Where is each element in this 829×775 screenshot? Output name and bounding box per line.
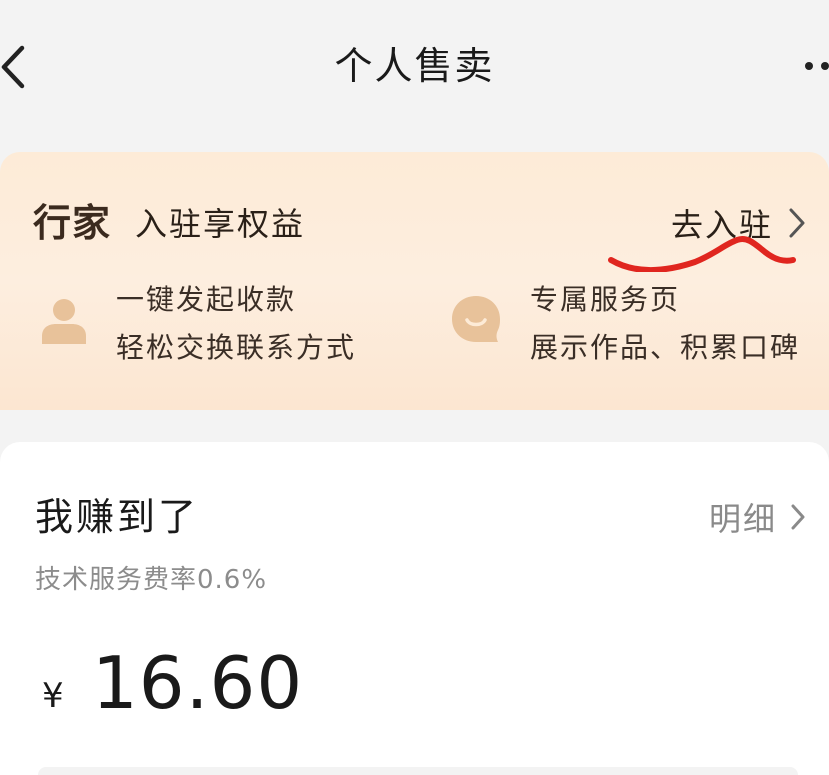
promo-title: 入驻享权益 [135, 205, 306, 243]
earnings-card: 我赚到了 明细 技术服务费率0.6% ¥ 16.60 [0, 442, 829, 775]
top-navigation-bar: 个人售卖 [0, 0, 829, 130]
page-title: 个人售卖 [334, 44, 495, 88]
benefit-subtitle: 轻松交换联系方式 [116, 331, 357, 364]
earnings-amount: 16.60 [92, 641, 304, 725]
expert-promo-card: 行家 入驻享权益 去入驻 一键发起收款 轻松交换联系方式 专属服务页 展示作品、… [0, 152, 829, 410]
join-label: 去入驻 [670, 206, 773, 244]
benefit-title: 专属服务页 [530, 283, 681, 316]
currency-symbol: ¥ [42, 676, 64, 716]
detail-button[interactable]: 明细 [709, 494, 807, 540]
user-icon [42, 299, 86, 344]
join-button[interactable]: 去入驻 [671, 200, 807, 246]
detail-label: 明细 [708, 500, 777, 538]
more-dots-icon[interactable] [803, 58, 829, 74]
service-fee-note: 技术服务费率0.6% [35, 565, 268, 595]
next-card-edge [38, 767, 798, 775]
chevron-right-icon [789, 208, 805, 238]
chat-bubble-icon [452, 296, 500, 342]
benefit-title: 一键发起收款 [116, 283, 297, 316]
benefit-subtitle: 展示作品、积累口碑 [530, 331, 801, 364]
earnings-title: 我赚到了 [35, 495, 200, 539]
chevron-right-icon [791, 504, 805, 530]
brand-logo: 行家 [33, 201, 112, 245]
